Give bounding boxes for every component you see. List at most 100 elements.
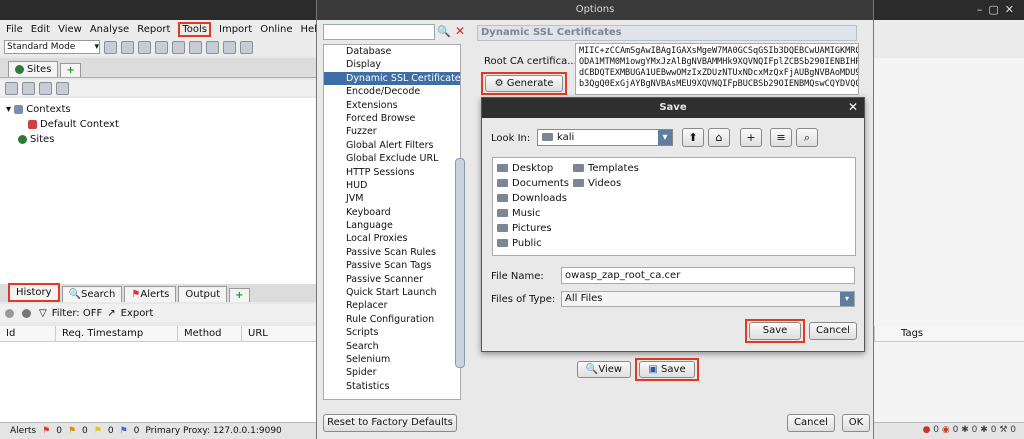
options-list-item[interactable]: Rule Configuration xyxy=(324,313,460,326)
menu-edit[interactable]: Edit xyxy=(31,24,50,35)
clear-icon[interactable]: ✕ xyxy=(455,24,465,38)
file-item-folder[interactable]: Pictures xyxy=(497,221,552,236)
export-context-icon[interactable] xyxy=(56,82,69,95)
options-ok-button[interactable]: OK xyxy=(842,414,870,432)
file-item-folder[interactable]: Videos xyxy=(573,176,621,191)
options-list-item[interactable]: Passive Scan Tags xyxy=(324,259,460,272)
options-search-input[interactable] xyxy=(323,24,435,40)
look-in-select[interactable]: kali ▾ xyxy=(537,129,673,146)
options-list-item[interactable]: Fuzzer xyxy=(324,125,460,138)
options-list-item[interactable]: Passive Scan Rules xyxy=(324,246,460,259)
col-method[interactable]: Method xyxy=(178,326,242,341)
save-cert-button[interactable]: ▣ Save xyxy=(639,361,695,378)
tree-contexts[interactable]: ▾ Contexts xyxy=(6,102,310,117)
export-icon[interactable]: ↗ xyxy=(107,308,115,319)
new-session-icon[interactable] xyxy=(104,40,117,54)
target-icon[interactable] xyxy=(5,308,14,318)
file-item-folder[interactable]: Templates xyxy=(573,161,639,176)
options-cancel-button[interactable]: Cancel xyxy=(787,414,835,432)
file-item-folder[interactable]: Documents xyxy=(497,176,569,191)
options-gear-icon[interactable] xyxy=(189,40,202,54)
options-list-item[interactable]: JVM xyxy=(324,192,460,205)
options-list-item[interactable]: HUD xyxy=(324,179,460,192)
save-dialog-save-button[interactable]: Save xyxy=(749,322,801,340)
save-session-icon[interactable] xyxy=(138,40,151,54)
open-session-icon[interactable] xyxy=(121,40,134,54)
menu-file[interactable]: File xyxy=(6,24,23,35)
session-properties-icon[interactable] xyxy=(172,40,185,54)
window-controls[interactable]: –▢✕ xyxy=(977,3,1020,16)
add-tab-icon[interactable]: + xyxy=(229,288,250,302)
menu-tools[interactable]: Tools xyxy=(178,21,212,37)
tab-sites[interactable]: Sites xyxy=(8,61,59,77)
add-tab-icon[interactable]: + xyxy=(60,63,81,77)
menu-report[interactable]: Report xyxy=(137,24,170,35)
options-list-item[interactable]: Statistics xyxy=(324,380,460,393)
export-button[interactable]: Export xyxy=(121,308,154,319)
menu-view[interactable]: View xyxy=(58,24,82,35)
options-list-item[interactable]: Local Proxies xyxy=(324,232,460,245)
options-list-item[interactable]: Scripts xyxy=(324,326,460,339)
options-list-item[interactable]: Encode/Decode xyxy=(324,85,460,98)
col-id[interactable]: Id xyxy=(0,326,56,341)
files-of-type-select[interactable]: All Files ▾ xyxy=(561,291,855,307)
file-item-folder[interactable]: Downloads xyxy=(497,191,567,206)
reset-defaults-button[interactable]: Reset to Factory Defaults xyxy=(323,414,457,432)
options-list-item[interactable]: Search xyxy=(324,340,460,353)
tab-history[interactable]: History xyxy=(8,283,60,302)
filter-icon[interactable]: ▽ xyxy=(39,308,47,319)
options-list-item[interactable]: Selenium xyxy=(324,353,460,366)
options-list-item[interactable]: Forced Browse xyxy=(324,112,460,125)
target-icon[interactable] xyxy=(5,82,18,95)
root-ca-certificate-text[interactable]: MIIC+zCCAmSgAwIBAgIGAXsMgeW7MA0GCSqGSIb3… xyxy=(575,43,859,95)
new-context-icon[interactable] xyxy=(22,82,35,95)
search-icon[interactable]: 🔍 xyxy=(437,25,451,38)
file-item-folder[interactable]: Music xyxy=(497,206,540,221)
options-list-scrollbar[interactable] xyxy=(455,158,465,368)
options-list-item[interactable]: Global Alert Filters xyxy=(324,139,460,152)
tree-sites[interactable]: Sites xyxy=(6,132,310,147)
options-list-item[interactable]: Spider xyxy=(324,366,460,379)
close-icon[interactable]: ✕ xyxy=(848,100,858,114)
menu-online[interactable]: Online xyxy=(260,24,292,35)
file-name-input[interactable]: owasp_zap_root_ca.cer xyxy=(561,267,855,284)
options-list-item[interactable]: Database xyxy=(324,45,460,58)
view-button[interactable]: 🔍View xyxy=(577,361,631,378)
col-tags[interactable]: Tags xyxy=(874,326,1024,342)
tab-alerts[interactable]: ⚑Alerts xyxy=(124,286,177,302)
options-list-item[interactable]: Replacer xyxy=(324,299,460,312)
options-list-item[interactable]: Quick Start Launch xyxy=(324,286,460,299)
tab-search[interactable]: 🔍Search xyxy=(61,286,123,302)
scope-icon[interactable] xyxy=(22,308,31,318)
tree-default-context[interactable]: Default Context xyxy=(6,117,310,132)
options-list-item[interactable]: Passive Scanner xyxy=(324,273,460,286)
up-folder-icon[interactable]: ⬆ xyxy=(682,128,704,147)
col-timestamp[interactable]: Req. Timestamp xyxy=(56,326,178,341)
new-folder-icon[interactable]: + xyxy=(740,128,762,147)
options-list-item-selected[interactable]: Dynamic SSL Certificates xyxy=(324,71,460,86)
menu-import[interactable]: Import xyxy=(219,24,252,35)
options-list-item[interactable]: Display xyxy=(324,58,460,71)
menu-analyse[interactable]: Analyse xyxy=(90,24,129,35)
mode-select[interactable]: Standard Mode ▾ xyxy=(4,40,100,54)
col-url[interactable]: URL xyxy=(242,326,316,341)
list-view-icon[interactable]: ≡ xyxy=(770,128,792,147)
details-view-icon[interactable]: ⌕ xyxy=(796,128,818,147)
save-dialog-cancel-button[interactable]: Cancel xyxy=(809,322,857,340)
options-list-item[interactable]: Extensions xyxy=(324,99,460,112)
options-list-item[interactable]: Language xyxy=(324,219,460,232)
file-item-folder[interactable]: Public xyxy=(497,236,542,251)
layout-full-icon[interactable] xyxy=(240,40,253,54)
filter-status[interactable]: Filter: OFF xyxy=(52,308,103,319)
layout-tabs-icon[interactable] xyxy=(223,40,236,54)
options-list-item[interactable]: Global Exclude URL xyxy=(324,152,460,165)
tab-output[interactable]: Output xyxy=(178,286,228,302)
generate-button[interactable]: ⚙ Generate xyxy=(485,75,563,92)
snapshot-icon[interactable] xyxy=(155,40,168,54)
import-context-icon[interactable] xyxy=(39,82,52,95)
options-list-item[interactable]: Keyboard xyxy=(324,206,460,219)
layout-icon[interactable] xyxy=(206,40,219,54)
options-list-item[interactable]: HTTP Sessions xyxy=(324,166,460,179)
file-item-folder[interactable]: Desktop xyxy=(497,161,553,176)
home-icon[interactable]: ⌂ xyxy=(708,128,730,147)
